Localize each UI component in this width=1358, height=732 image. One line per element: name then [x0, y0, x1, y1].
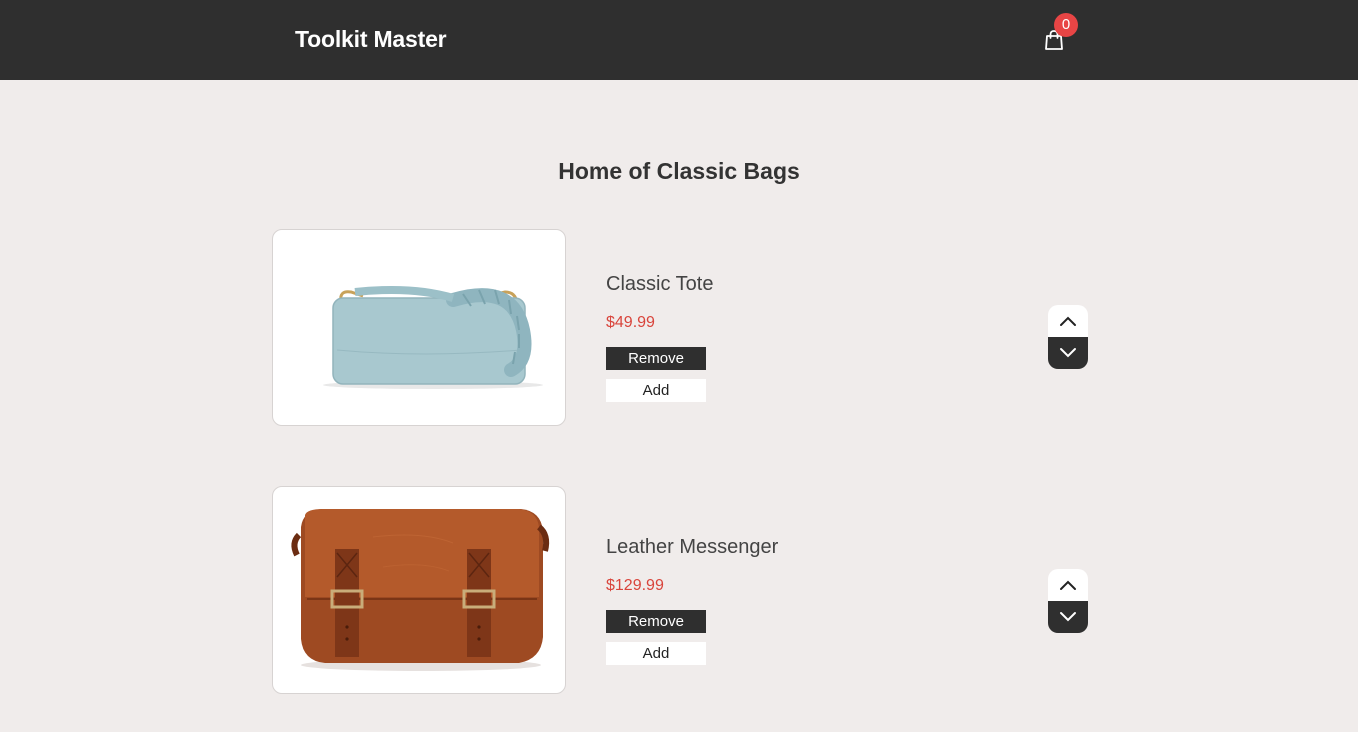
top-navigation-bar: Toolkit Master — [0, 0, 1358, 80]
move-up-button[interactable] — [1048, 569, 1088, 601]
move-down-button[interactable] — [1048, 601, 1088, 633]
product-image-classic-tote[interactable] — [272, 229, 566, 426]
brand-logo[interactable]: Toolkit Master — [295, 26, 447, 53]
chevron-up-icon — [1060, 580, 1076, 590]
chevron-down-icon — [1060, 348, 1076, 358]
move-down-button[interactable] — [1048, 337, 1088, 369]
product-price: $129.99 — [606, 577, 664, 594]
add-button[interactable]: Add — [606, 642, 706, 665]
product-card: Leather Messenger $129.99 Remove Add — [272, 486, 1088, 694]
product-name: Leather Messenger — [606, 536, 779, 558]
product-price: $49.99 — [606, 314, 655, 331]
remove-button[interactable]: Remove — [606, 347, 706, 370]
remove-button[interactable]: Remove — [606, 610, 706, 633]
light-blue-handbag-image — [323, 286, 543, 389]
cart-count-badge: 0 — [1054, 13, 1078, 37]
move-up-button[interactable] — [1048, 305, 1088, 337]
add-button[interactable]: Add — [606, 379, 706, 402]
product-image-leather-messenger[interactable] — [272, 486, 566, 694]
brown-leather-messenger-image — [291, 509, 550, 671]
chevron-up-icon — [1060, 316, 1076, 326]
product-card: Classic Tote $49.99 Remove Add — [272, 229, 1088, 426]
page-title: Home of Classic Bags — [558, 158, 800, 184]
product-name: Classic Tote — [606, 273, 714, 295]
chevron-down-icon — [1060, 612, 1076, 622]
